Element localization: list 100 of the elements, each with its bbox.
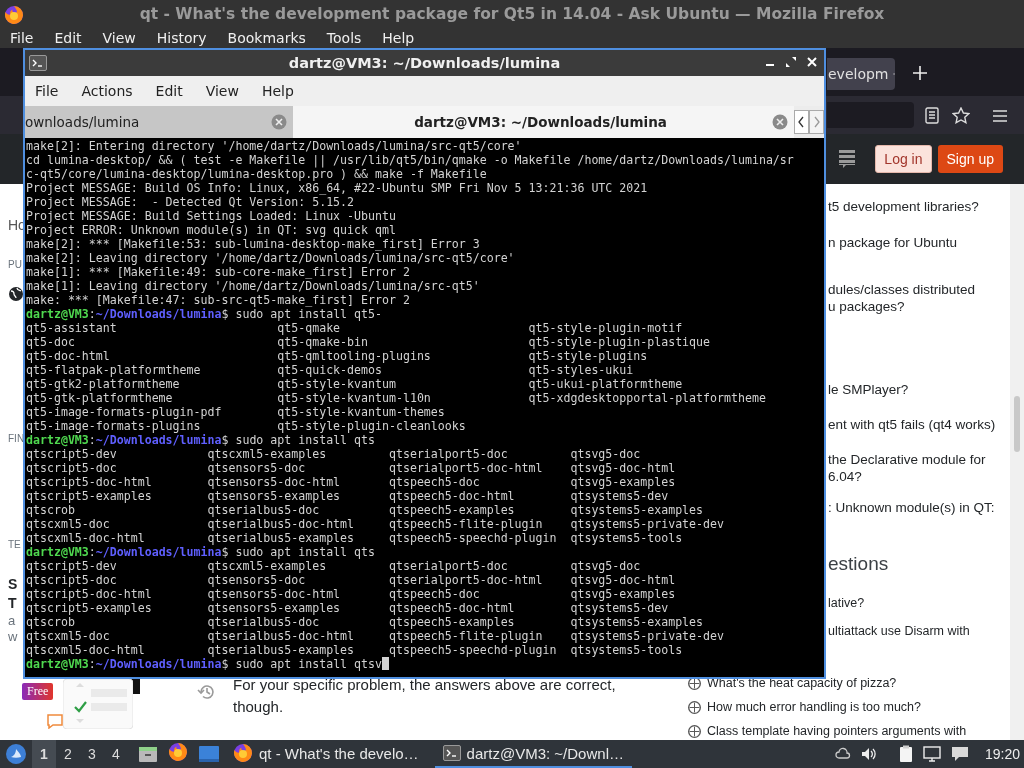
terminal-line: qt5-flatpak-platformtheme qt5-quick-demos qt5-styles-ukui <box>26 363 635 377</box>
menu-item[interactable]: Help <box>382 30 415 47</box>
question-link[interactable]: ultiattack use Disarm with <box>828 623 970 640</box>
start-icon[interactable] <box>5 743 27 765</box>
terminal-line: qtscript5-dev qtscxml5-examples qtserialport5-doc qtsvg5-doc <box>26 447 642 461</box>
menu-item[interactable]: Edit <box>155 83 183 99</box>
terminal-line: make: *** [Makefile:47: sub-src-qt5-make_first] Error 2 <box>26 293 411 307</box>
terminal-line: qt5-gtk2-platformtheme qt5-style-kvantum qt5-ukui-platformtheme <box>26 377 684 391</box>
terminal-line: Project MESSAGE: - Detected Qt Version: 5.15.2 <box>26 195 356 209</box>
checklist-drawing <box>63 679 133 729</box>
terminal-line: qtscript5-doc-html qtsensors5-doc-html qtspeech5-doc qtsvg5-examples <box>26 587 677 601</box>
plus-icon[interactable] <box>912 64 928 81</box>
terminal-line: make[2]: Entering directory '/home/dartz/Downloads/lumina/src-qt5/core' <box>26 139 523 153</box>
terminal-line: qtscxml5-doc qtserialbus5-doc-html qtspeech5-flite-plugin qtsystems5-private-dev <box>26 629 725 643</box>
terminal-line: qtscript5-doc qtsensors5-doc qtserialport5-doc-html qtsvg5-doc-html <box>26 461 677 475</box>
firefox-icon[interactable] <box>4 5 24 25</box>
menu-item[interactable]: Edit <box>54 30 82 47</box>
terminal-line: qtscript5-examples qtsensors5-examples qtspeech5-doc-html qtsystems5-dev <box>26 489 670 503</box>
scrollbar[interactable] <box>1010 184 1024 740</box>
menu-item[interactable]: Help <box>261 83 294 99</box>
task-button[interactable]: dartz@VM3: ~/Downl… <box>434 740 632 768</box>
terminal-line: qtscrob qtserialbus5-doc qtspeech5-examples qtsystems5-examples <box>26 615 705 629</box>
question-link[interactable]: How much error handling is too much? <box>707 699 921 716</box>
firefox-icon[interactable] <box>233 743 253 763</box>
cloud-icon[interactable] <box>834 747 851 761</box>
terminal-line: Project MESSAGE: Build OS Info: Linux, x86_64, #22-Ubuntu SMP Fri Nov 5 13:21:36 UTC 2021 <box>26 181 649 195</box>
history-icon[interactable] <box>197 682 217 702</box>
terminal-line: cd lumina-desktop/ && ( test -e Makefile || /usr/lib/qt5/bin/qmake -o Makefile /home/dartz/Downloads/lumina/sr <box>26 153 795 167</box>
tab-close-icon[interactable] <box>271 114 287 130</box>
menu-item[interactable]: Bookmarks <box>227 30 306 47</box>
terminal-tab[interactable]: ownloads/lumina <box>25 106 293 138</box>
menu-item[interactable]: File <box>35 83 59 99</box>
folder-icon[interactable] <box>138 745 158 763</box>
globe-icon[interactable] <box>8 286 24 302</box>
workspace-button[interactable]: 3 <box>80 740 104 768</box>
prompt-line: dartz@VM3:~/Downloads/lumina$ sudo apt install qtsv <box>26 657 824 671</box>
related-link[interactable]: t5 development libraries? <box>828 198 979 215</box>
speaker-icon[interactable] <box>860 746 877 762</box>
terminal-icon <box>29 55 47 71</box>
firefox-icon[interactable] <box>168 742 188 762</box>
related-link[interactable]: le SMPlayer? <box>828 381 909 398</box>
site-icon <box>688 677 701 690</box>
terminal-line: Project MESSAGE: Build Settings Loaded: Linux -Ubuntu <box>26 209 397 223</box>
menu-item[interactable]: History <box>156 30 207 47</box>
terminal-line: qtscript5-doc-html qtsensors5-doc-html qtspeech5-doc qtsvg5-examples <box>26 475 677 489</box>
question-link[interactable]: lative? <box>828 595 865 612</box>
related-link[interactable]: n package for Ubuntu <box>828 234 958 251</box>
menu-item[interactable]: Tools <box>326 30 362 47</box>
answer-text: For your specific problem, the answers above are correct, though. <box>233 675 617 717</box>
window-icon[interactable] <box>198 745 220 763</box>
menu-item[interactable]: View <box>102 30 136 47</box>
terminal-line: qt5-doc qt5-qmake-bin qt5-style-plugin-plastique <box>26 335 712 349</box>
terminal-line: qtscxml5-doc-html qtserialbus5-examples qtspeech5-speechd-plugin qtsystems5-tools <box>26 643 684 657</box>
chat-icon[interactable] <box>950 746 969 762</box>
terminal-line: make[2]: *** [Makefile:53: sub-lumina-desktop-make_first] Error 3 <box>26 237 481 251</box>
prompt-line: dartz@VM3:~/Downloads/lumina$ sudo apt install qts <box>26 545 377 559</box>
terminal-line: qtscript5-doc qtsensors5-doc qtserialport5-doc-html qtsvg5-doc-html <box>26 573 677 587</box>
section-label: PU <box>8 258 22 272</box>
clock: 19:20 <box>984 746 1020 762</box>
workspace-button[interactable]: 2 <box>56 740 80 768</box>
tab-close-icon[interactable] <box>772 114 788 130</box>
maximize-icon[interactable] <box>785 56 797 68</box>
menu-item[interactable]: View <box>205 83 239 99</box>
related-link[interactable]: ent with qt5 fails (qt4 works) <box>828 416 996 433</box>
terminal-line: qtscxml5-doc-html qtserialbus5-examples qtspeech5-speechd-plugin qtsystems5-tools <box>26 531 684 545</box>
reader-icon[interactable] <box>925 106 939 124</box>
item-title: S <box>8 576 18 593</box>
window-title: dartz@VM3: ~/Downloads/lumina <box>288 55 561 71</box>
related-link[interactable]: dules/classes distributed u packages? <box>828 281 976 315</box>
section-label: FIN <box>8 432 25 446</box>
terminal-tab[interactable]: dartz@VM3: ~/Downloads/lumina <box>293 106 794 138</box>
terminal-line: qtscrob qtserialbus5-doc qtspeech5-examples qtsystems5-examples <box>26 503 705 517</box>
terminal-line: Project ERROR: Unknown module(s) in QT: svg quick qml <box>26 223 397 237</box>
menu-item[interactable]: Actions <box>81 83 133 99</box>
question-link[interactable]: Class template having pointers arguments with <box>707 723 967 740</box>
terminal-line: qtscxml5-doc qtserialbus5-doc-html qtspeech5-flite-plugin qtsystems5-private-dev <box>26 517 725 531</box>
prompt-line: dartz@VM3:~/Downloads/lumina$ sudo apt install qts <box>26 433 377 447</box>
related-link[interactable]: : Unknown module(s) in QT: <box>828 499 995 516</box>
star-icon[interactable] <box>952 106 970 124</box>
menu-icon[interactable] <box>992 108 1008 123</box>
terminal-line: qt5-assistant qt5-qmake qt5-style-plugin-motif <box>26 321 684 335</box>
login-button[interactable]: Log in <box>875 145 932 173</box>
site-icon <box>688 701 701 714</box>
item-text: w <box>8 629 18 645</box>
related-link[interactable]: the Declarative module for 6.04? <box>828 451 986 485</box>
stack-icon[interactable] <box>838 149 857 169</box>
task-button[interactable]: qt - What's the develo… <box>225 740 427 768</box>
terminal-line: make[1]: Leaving directory '/home/dartz/Downloads/lumina/src-qt5' <box>26 279 481 293</box>
signup-button[interactable]: Sign up <box>937 145 1003 173</box>
workspace-button[interactable]: 1 <box>32 740 56 768</box>
clipboard-icon[interactable] <box>898 745 913 763</box>
workspace-button[interactable]: 4 <box>104 740 128 768</box>
free-badge: Free <box>22 683 54 700</box>
browser-tab[interactable]: evelopm <box>827 57 895 90</box>
item-title: T <box>8 595 17 612</box>
item-text: a <box>8 613 16 629</box>
terminal-line: qt5-doc-html qt5-qmltooling-plugins qt5-style-plugins <box>26 349 649 363</box>
terminal-line: make[2]: Leaving directory '/home/dartz/Downloads/lumina/src-qt5/core' <box>26 251 516 265</box>
menu-item[interactable]: File <box>10 30 34 47</box>
terminal-line: make[1]: *** [Makefile:49: sub-core-make_first] Error 2 <box>26 265 411 279</box>
